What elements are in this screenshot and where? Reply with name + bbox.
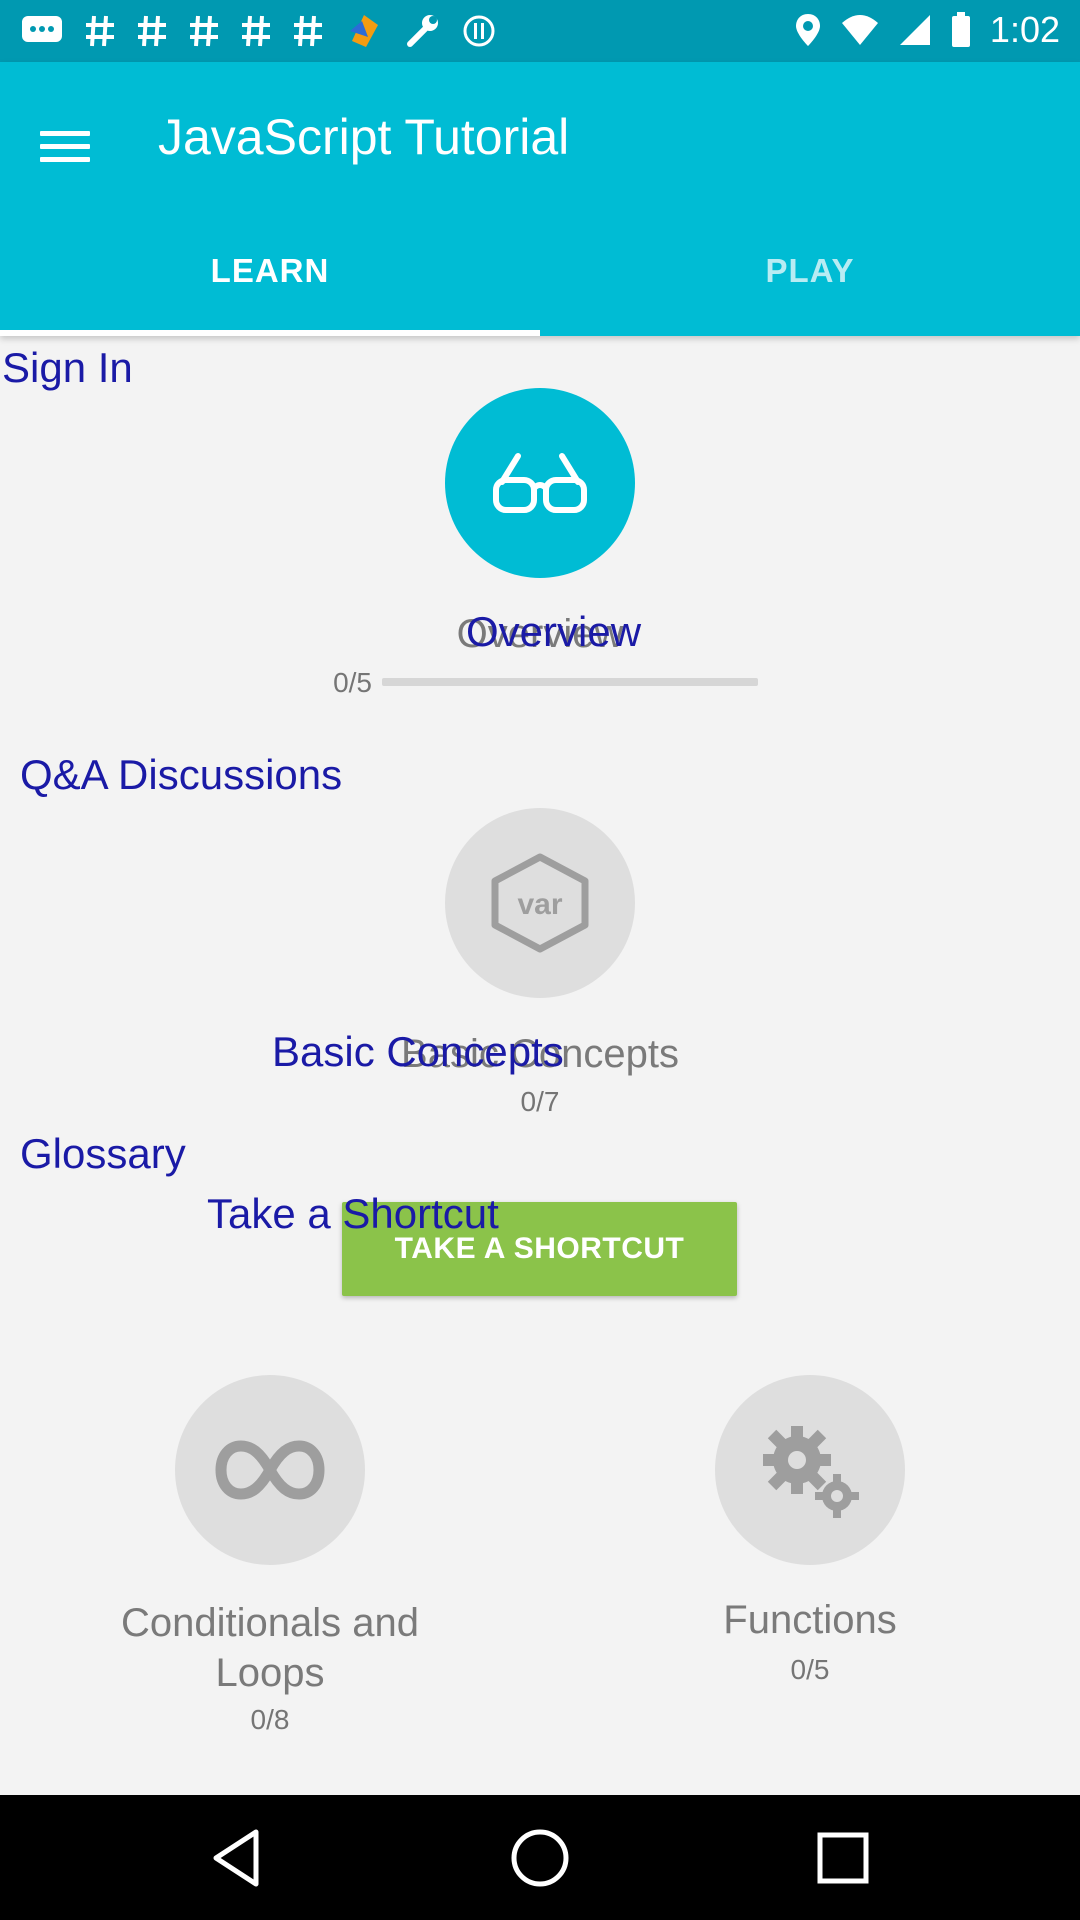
app-logo-icon bbox=[350, 15, 378, 47]
conditionals-title-line1: Conditionals and bbox=[121, 1601, 419, 1645]
conditionals-lesson-button[interactable] bbox=[175, 1375, 365, 1565]
basic-concepts-lesson-button[interactable]: var bbox=[445, 808, 635, 998]
conditionals-count: 0/8 bbox=[250, 1704, 290, 1735]
overview-link[interactable]: Overview bbox=[466, 608, 641, 656]
tab-indicator bbox=[0, 330, 540, 336]
hashtag-icon bbox=[86, 15, 114, 47]
overview-count: 0/5 bbox=[333, 667, 372, 698]
glasses-icon bbox=[493, 453, 587, 513]
tab-play[interactable]: PLAY bbox=[540, 252, 1080, 290]
svg-text:var: var bbox=[517, 888, 562, 921]
take-a-shortcut-link[interactable]: Take a Shortcut bbox=[207, 1190, 499, 1238]
hashtag-icon bbox=[294, 15, 322, 47]
hashtag-icon bbox=[190, 15, 218, 47]
sign-in-link[interactable]: Sign In bbox=[2, 344, 133, 392]
conditionals-title: Conditionals and Loops bbox=[70, 1598, 470, 1698]
navigation-bar bbox=[0, 1795, 1080, 1920]
var-hexagon-icon: var bbox=[491, 853, 589, 953]
wifi-icon bbox=[841, 15, 878, 45]
status-bar: 1:02 bbox=[0, 0, 1080, 62]
hashtag-icon bbox=[242, 15, 270, 47]
clock: 1:02 bbox=[989, 9, 1060, 50]
infinity-icon bbox=[215, 1440, 325, 1500]
system-icons: 1:02 bbox=[794, 9, 1060, 50]
hashtag-icon bbox=[138, 15, 166, 47]
basic-concepts-link[interactable]: Basic Concepts bbox=[272, 1028, 564, 1076]
info-icon bbox=[463, 15, 495, 47]
wrench-icon bbox=[407, 15, 438, 47]
app-title: JavaScript Tutorial bbox=[158, 109, 570, 165]
overview-lesson-button[interactable] bbox=[445, 388, 635, 578]
conditionals-title-line2: Loops bbox=[215, 1651, 325, 1695]
back-icon[interactable] bbox=[203, 1825, 269, 1891]
functions-title: Functions bbox=[723, 1598, 897, 1642]
location-icon bbox=[795, 14, 820, 46]
qa-discussions-link[interactable]: Q&A Discussions bbox=[20, 751, 342, 799]
notification-icons bbox=[20, 12, 496, 50]
app-bar: JavaScript Tutorial LEARN PLAY bbox=[0, 62, 1080, 336]
signal-icon bbox=[899, 15, 930, 45]
functions-count: 0/5 bbox=[790, 1654, 830, 1685]
basic-concepts-count: 0/7 bbox=[520, 1086, 560, 1117]
recents-icon[interactable] bbox=[810, 1825, 876, 1891]
functions-lesson-button[interactable] bbox=[715, 1375, 905, 1565]
tab-learn[interactable]: LEARN bbox=[0, 252, 540, 290]
gears-icon bbox=[763, 1426, 859, 1518]
glossary-link[interactable]: Glossary bbox=[20, 1130, 186, 1178]
chat-icon bbox=[22, 16, 62, 42]
overview-progress-bar bbox=[382, 678, 758, 686]
home-icon[interactable] bbox=[507, 1825, 573, 1891]
battery-icon bbox=[951, 12, 970, 47]
hamburger-menu-icon[interactable] bbox=[40, 114, 104, 178]
